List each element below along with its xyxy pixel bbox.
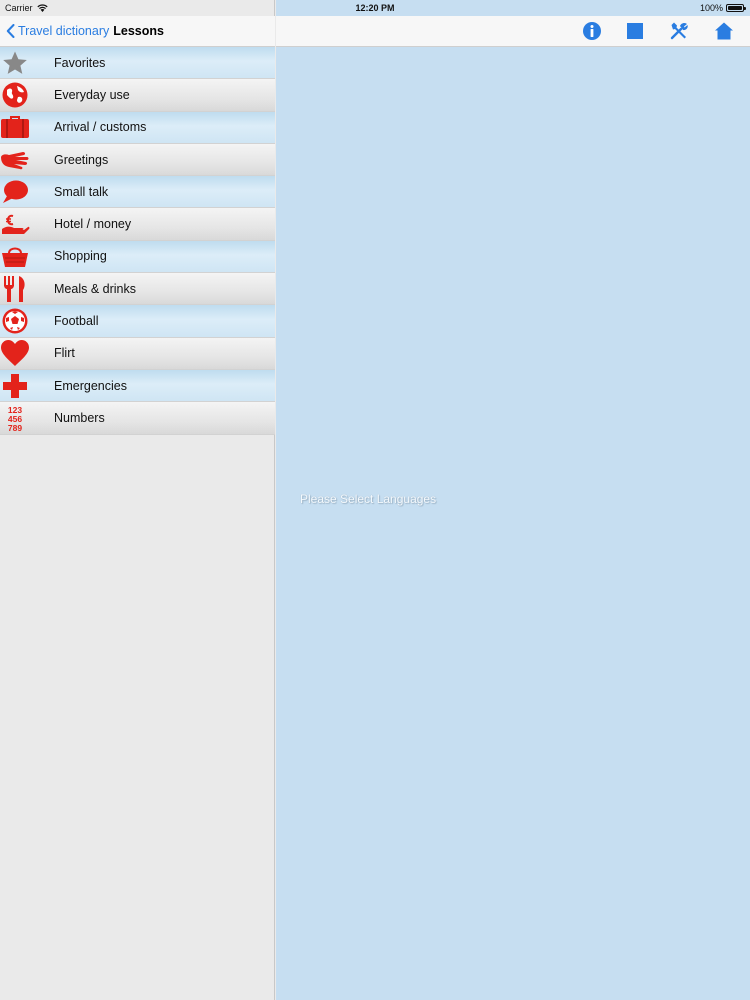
speech-bubble-icon xyxy=(0,176,33,208)
numbers-icon: 123 456 789 xyxy=(0,402,33,434)
lesson-item-flirt[interactable]: Flirt xyxy=(0,337,275,370)
lesson-item-label: Football xyxy=(54,314,99,329)
lesson-item-label: Emergencies xyxy=(54,378,127,393)
back-button-label: Travel dictionary xyxy=(18,24,110,38)
svg-text:789: 789 xyxy=(8,423,22,432)
lesson-item-meals-drinks[interactable]: Meals & drinks xyxy=(0,273,275,306)
lesson-item-label: Numbers xyxy=(54,410,105,425)
lesson-item-label: Shopping xyxy=(54,249,107,264)
battery-indicator: 100% xyxy=(699,3,746,13)
lesson-item-label: Small talk xyxy=(54,184,109,199)
lesson-item-label: Greetings xyxy=(54,152,109,167)
lessons-navigation-bar: Travel dictionary Lessons xyxy=(0,16,275,47)
red-cross-icon xyxy=(0,370,33,402)
lesson-item-hotel-money[interactable]: Hotel / money xyxy=(0,208,275,241)
status-time: 12:20 PM xyxy=(355,3,395,13)
heart-icon xyxy=(0,337,33,369)
chevron-left-icon xyxy=(6,24,15,38)
hand-icon xyxy=(0,144,33,176)
lesson-item-shopping[interactable]: Shopping xyxy=(0,240,275,274)
lesson-item-label: Arrival / customs xyxy=(54,120,147,135)
battery-icon xyxy=(726,4,746,12)
lesson-item-numbers[interactable]: 123 456 789 Numbers xyxy=(0,402,275,435)
lessons-pane: Travel dictionary Lessons Favorites Ever… xyxy=(0,0,275,1000)
lesson-list: Favorites Everyday use Arrival / customs… xyxy=(0,47,275,435)
lesson-item-favorites[interactable]: Favorites xyxy=(0,47,275,80)
basket-icon xyxy=(0,240,33,272)
fork-knife-icon xyxy=(0,273,33,305)
lesson-item-greetings[interactable]: Greetings xyxy=(0,143,275,177)
lesson-item-label: Flirt xyxy=(54,346,75,361)
lesson-item-label: Meals & drinks xyxy=(54,281,136,296)
status-bar: Carrier 12:20 PM 100% xyxy=(0,0,750,16)
info-icon[interactable] xyxy=(581,20,603,42)
select-languages-message: Please Select Languages xyxy=(300,492,437,506)
square-icon[interactable] xyxy=(624,20,646,42)
lesson-item-emergencies[interactable]: Emergencies xyxy=(0,369,275,403)
lesson-item-everyday-use[interactable]: Everyday use xyxy=(0,79,275,112)
money-icon xyxy=(0,208,33,240)
star-icon xyxy=(0,47,33,79)
lesson-item-label: Hotel / money xyxy=(54,217,132,232)
page-title: Lessons xyxy=(113,24,164,38)
lesson-item-arrival-customs[interactable]: Arrival / customs xyxy=(0,111,275,144)
globe-icon xyxy=(0,79,33,111)
tools-icon[interactable] xyxy=(668,20,690,42)
lesson-item-football[interactable]: Football xyxy=(0,305,275,338)
home-icon[interactable] xyxy=(713,20,735,42)
soccer-ball-icon xyxy=(0,305,33,337)
lesson-item-label: Everyday use xyxy=(54,87,130,102)
battery-percent: 100% xyxy=(699,3,723,13)
detail-navigation-bar xyxy=(276,16,750,47)
suitcase-icon xyxy=(0,111,33,143)
back-button[interactable]: Travel dictionary xyxy=(6,24,109,38)
detail-pane: Please Select Languages xyxy=(276,0,750,1000)
lesson-item-label: Favorites xyxy=(54,55,106,70)
lesson-item-small-talk[interactable]: Small talk xyxy=(0,176,275,209)
